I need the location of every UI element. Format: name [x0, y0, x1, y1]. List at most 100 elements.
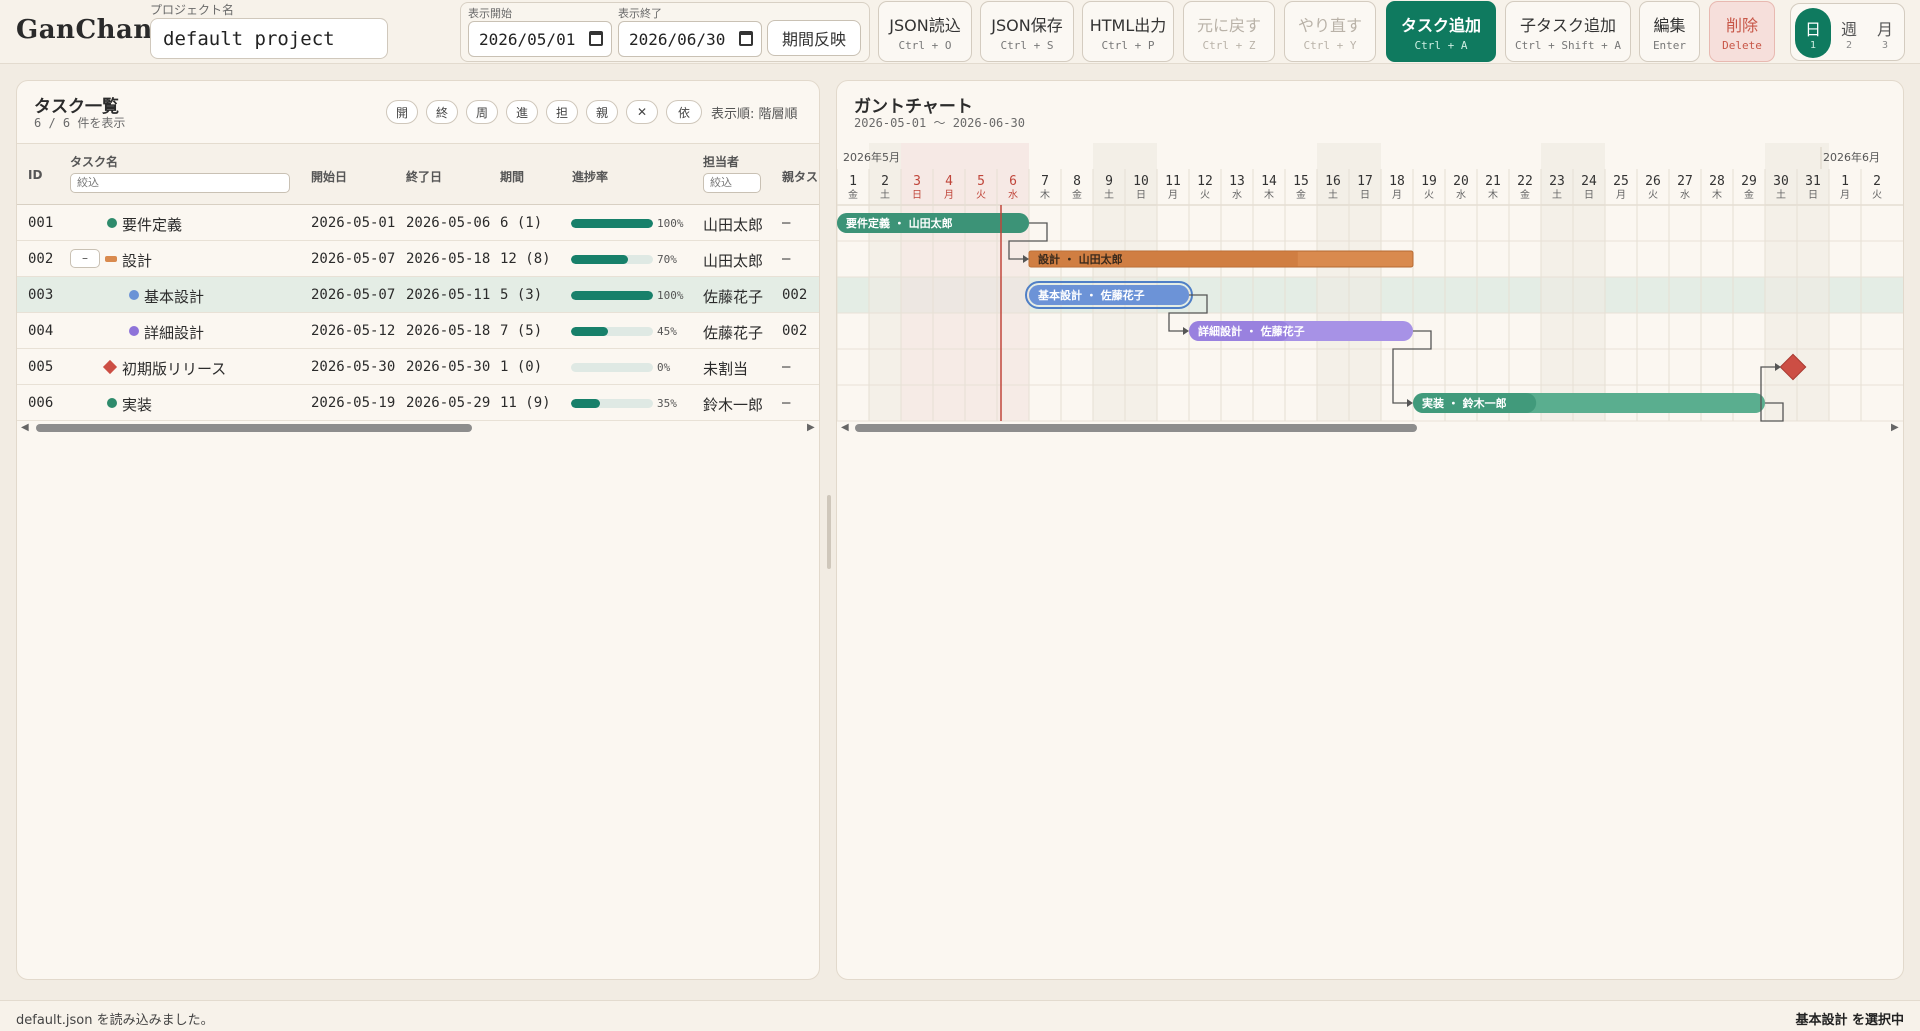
- html-export-button[interactable]: HTML出力 Ctrl + P: [1082, 1, 1174, 62]
- task-name: 要件定義: [122, 216, 183, 234]
- task-end: 2026-05-06: [406, 215, 491, 231]
- add-child-task-shortcut: Ctrl + Shift + A: [1515, 38, 1621, 52]
- delete-button[interactable]: 削除 Delete: [1709, 1, 1775, 62]
- task-name: 実装: [122, 396, 153, 414]
- json-save-shortcut: Ctrl + S: [1000, 38, 1054, 52]
- weekday-label: 木: [1040, 189, 1050, 201]
- col-name[interactable]: タスク名: [70, 153, 118, 170]
- panel-splitter[interactable]: [827, 495, 831, 569]
- gantt-chart[interactable]: 2026年5月 2026年6月1金2土3日4月5火6水7木8金9土10日11月12…: [837, 143, 1904, 443]
- task-assignee: 鈴木一郎: [703, 396, 764, 414]
- col-id[interactable]: ID: [28, 168, 42, 182]
- col-duration[interactable]: 期間: [500, 168, 524, 185]
- task-id: 002: [28, 251, 54, 267]
- view-day-key: 1: [1809, 39, 1817, 51]
- toggle-column-parent[interactable]: 親: [586, 100, 618, 124]
- json-load-button[interactable]: JSON読込 Ctrl + O: [878, 1, 972, 62]
- weekday-label: 金: [1296, 188, 1306, 201]
- scroll-right-icon[interactable]: ▶: [1891, 422, 1899, 433]
- calendar-icon[interactable]: [589, 31, 603, 46]
- table-row[interactable]: 005 初期版リリース 2026-05-30 2026-05-30 1 (0) …: [17, 349, 819, 385]
- edit-button[interactable]: 編集 Enter: [1639, 1, 1700, 62]
- weekday-label: 火: [1872, 189, 1882, 201]
- progress-bar: [571, 255, 653, 264]
- add-task-button[interactable]: タスク追加 Ctrl + A: [1386, 1, 1496, 62]
- json-save-label: JSON保存: [991, 15, 1063, 35]
- collapse-toggle[interactable]: –: [70, 249, 100, 268]
- view-month-button[interactable]: 月 3: [1867, 8, 1903, 58]
- table-row[interactable]: 004 詳細設計 2026-05-12 2026-05-18 7 (5) 45%…: [17, 313, 819, 349]
- clear-filter-button[interactable]: ✕: [626, 100, 658, 124]
- calendar-icon[interactable]: [739, 31, 753, 46]
- task-duration: 7 (5): [500, 323, 543, 339]
- apply-period-button[interactable]: 期間反映: [767, 20, 861, 56]
- col-end[interactable]: 終了日: [406, 168, 442, 185]
- weekday-label: 日: [1136, 190, 1146, 201]
- day-label: 9: [1105, 174, 1113, 189]
- scroll-thumb[interactable]: [36, 424, 472, 432]
- task-duration: 12 (8): [500, 251, 551, 267]
- task-assignee: 未割当: [703, 360, 749, 378]
- gantt-panel: ガントチャート 2026-05-01 〜 2026-06-30 2026年5月 2…: [836, 80, 1904, 980]
- progress-bar: [571, 291, 653, 300]
- app-logo: GanChan: [16, 15, 153, 45]
- html-export-label: HTML出力: [1089, 15, 1167, 35]
- toolbar: GanChan プロジェクト名 default project 表示開始 202…: [0, 0, 1920, 64]
- gantt-bar-label: 詳細設計 ・ 佐藤花子: [1198, 324, 1305, 338]
- weekday-label: 月: [944, 189, 954, 201]
- col-progress[interactable]: 進捗率: [572, 168, 608, 185]
- task-id: 001: [28, 215, 54, 231]
- toggle-column-duration[interactable]: 周: [466, 100, 498, 124]
- col-start[interactable]: 開始日: [311, 168, 347, 185]
- scroll-left-icon[interactable]: ◀: [21, 422, 29, 433]
- task-color-icon: [129, 326, 139, 336]
- weekday-label: 金: [1744, 188, 1754, 201]
- task-parent: 002: [782, 323, 808, 339]
- toggle-column-start[interactable]: 開: [386, 100, 418, 124]
- add-child-task-label: 子タスク追加: [1519, 15, 1616, 35]
- table-row[interactable]: 002 – 設計 2026-05-07 2026-05-18 12 (8) 70…: [17, 241, 819, 277]
- col-assignee[interactable]: 担当者: [703, 153, 739, 170]
- json-save-button[interactable]: JSON保存 Ctrl + S: [980, 1, 1074, 62]
- redo-button[interactable]: やり直す Ctrl + Y: [1284, 1, 1376, 62]
- day-label: 25: [1613, 174, 1629, 189]
- redo-shortcut: Ctrl + Y: [1303, 38, 1357, 52]
- progress-percent: 100%: [657, 217, 684, 230]
- task-start: 2026-05-07: [311, 287, 396, 303]
- month-label: 2026年5月: [843, 150, 900, 164]
- scroll-thumb[interactable]: [855, 424, 1417, 432]
- progress-percent: 100%: [657, 289, 684, 302]
- scroll-left-icon[interactable]: ◀: [841, 422, 849, 433]
- weekday-label: 月: [1392, 189, 1402, 201]
- task-name: 基本設計: [144, 288, 205, 306]
- name-filter-input[interactable]: 絞込: [70, 173, 290, 193]
- group-icon: [105, 256, 117, 262]
- col-parent[interactable]: 親タス: [782, 168, 818, 185]
- progress-percent: 35%: [657, 397, 677, 410]
- gantt-hscroll[interactable]: ◀ ▶: [837, 421, 1903, 435]
- toggle-column-dependency[interactable]: 依: [666, 100, 702, 124]
- day-label: 11: [1165, 174, 1181, 189]
- day-label: 24: [1581, 174, 1597, 189]
- toggle-column-assignee[interactable]: 担: [546, 100, 578, 124]
- toggle-column-progress[interactable]: 進: [506, 100, 538, 124]
- task-duration: 11 (9): [500, 395, 551, 411]
- project-name-label: プロジェクト名: [150, 3, 235, 17]
- task-start: 2026-05-12: [311, 323, 396, 339]
- view-day-button[interactable]: 日 1: [1795, 8, 1831, 58]
- scroll-right-icon[interactable]: ▶: [807, 422, 815, 433]
- table-row[interactable]: 006 実装 2026-05-19 2026-05-29 11 (9) 35% …: [17, 385, 819, 421]
- weekday-label: 土: [1552, 188, 1562, 201]
- table-row[interactable]: 001 要件定義 2026-05-01 2026-05-06 6 (1) 100…: [17, 205, 819, 241]
- task-table-hscroll[interactable]: ◀ ▶: [17, 421, 819, 435]
- period-start-input[interactable]: 2026/05/01: [468, 21, 612, 57]
- add-child-task-button[interactable]: 子タスク追加 Ctrl + Shift + A: [1505, 1, 1631, 62]
- undo-button[interactable]: 元に戻す Ctrl + Z: [1183, 1, 1275, 62]
- assignee-filter-input[interactable]: 絞込: [703, 173, 761, 193]
- project-name-input[interactable]: default project: [150, 18, 388, 59]
- weekday-label: 木: [1712, 189, 1722, 201]
- period-end-input[interactable]: 2026/06/30: [618, 21, 762, 57]
- table-row[interactable]: 003 基本設計 2026-05-07 2026-05-11 5 (3) 100…: [17, 277, 819, 313]
- toggle-column-end[interactable]: 終: [426, 100, 458, 124]
- view-week-button[interactable]: 週 2: [1831, 8, 1867, 58]
